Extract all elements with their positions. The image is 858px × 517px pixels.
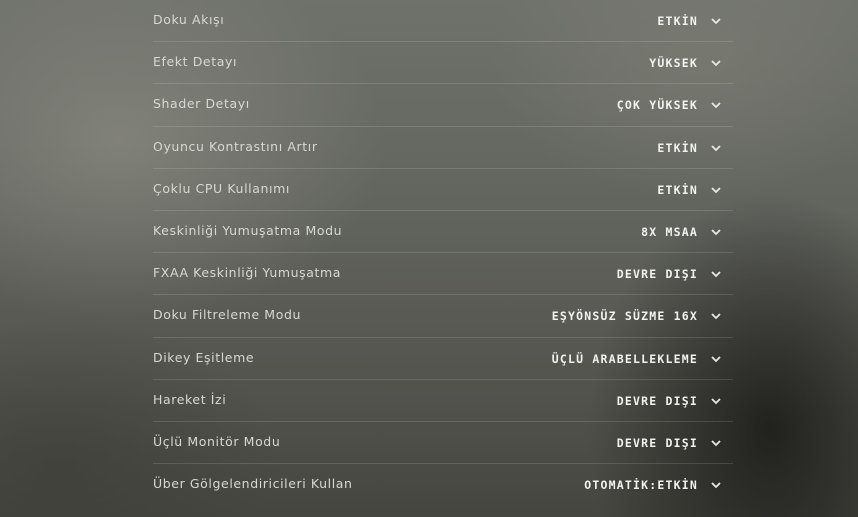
setting-label: Üçlü Monitör Modu <box>153 433 281 449</box>
motion-blur-dropdown[interactable]: DEVRE DIŞI <box>617 380 733 422</box>
chevron-down-icon <box>711 440 721 447</box>
setting-label: Oyuncu Kontrastını Artır <box>153 138 318 154</box>
vsync-dropdown[interactable]: ÜÇLÜ ARABELLEKLEME <box>552 338 733 380</box>
setting-value: ETKİN <box>657 140 698 155</box>
setting-label: Dikey Eşitleme <box>153 349 255 365</box>
setting-label: Efekt Detayı <box>153 54 238 70</box>
setting-label: Shader Detayı <box>153 96 250 112</box>
setting-label: Çoklu CPU Kullanımı <box>153 180 290 196</box>
setting-row-motion-blur: Hareket İzi DEVRE DIŞI <box>153 380 733 422</box>
uber-shaders-dropdown[interactable]: OTOMATİK:ETKİN <box>584 464 733 506</box>
setting-value: DEVRE DIŞI <box>616 393 698 408</box>
setting-row-shader-detail: Shader Detayı ÇOK YÜKSEK <box>153 84 733 127</box>
chevron-down-icon <box>711 187 721 194</box>
setting-row-texture-streaming: Doku Akışı ETKİN <box>153 0 733 43</box>
chevron-down-icon <box>711 355 721 362</box>
setting-row-boost-player-contrast: Oyuncu Kontrastını Artır ETKİN <box>153 127 733 169</box>
setting-value: OTOMATİK:ETKİN <box>584 478 698 493</box>
setting-value: EŞYÖNSÜZ SÜZME 16X <box>551 309 698 324</box>
setting-row-uber-shaders: Über Gölgelendiricileri Kullan OTOMATİK:… <box>153 464 733 506</box>
setting-label: Keskinliği Yumuşatma Modu <box>153 222 343 238</box>
setting-row-vsync: Dikey Eşitleme ÜÇLÜ ARABELLEKLEME <box>153 338 733 380</box>
fxaa-dropdown[interactable]: DEVRE DIŞI <box>617 253 733 295</box>
shader-detail-dropdown[interactable]: ÇOK YÜKSEK <box>617 84 733 126</box>
setting-value: DEVRE DIŞI <box>616 267 698 282</box>
setting-value: ETKİN <box>657 14 698 28</box>
setting-value: YÜKSEK <box>649 56 698 71</box>
boost-player-contrast-dropdown[interactable]: ETKİN <box>657 127 733 169</box>
setting-value: DEVRE DIŞI <box>616 435 698 450</box>
multicore-rendering-dropdown[interactable]: ETKİN <box>657 169 733 211</box>
setting-row-multicore-rendering: Çoklu CPU Kullanımı ETKİN <box>153 169 733 211</box>
setting-value: ÇOK YÜKSEK <box>616 98 698 113</box>
setting-label: FXAA Keskinliği Yumuşatma <box>153 265 342 281</box>
chevron-down-icon <box>711 144 721 151</box>
texture-streaming-dropdown[interactable]: ETKİN <box>657 0 733 42</box>
setting-label: Über Gölgelendiricileri Kullan <box>153 476 353 492</box>
effect-detail-dropdown[interactable]: YÜKSEK <box>649 42 733 84</box>
chevron-down-icon <box>711 482 721 489</box>
chevron-down-icon <box>711 60 721 67</box>
chevron-down-icon <box>711 18 721 25</box>
video-settings-list: Doku Akışı ETKİN Efekt Detayı YÜKSEK Sha… <box>153 0 733 506</box>
antialiasing-mode-dropdown[interactable]: 8X MSAA <box>641 211 733 253</box>
setting-row-texture-filtering: Doku Filtreleme Modu EŞYÖNSÜZ SÜZME 16X <box>153 295 733 338</box>
setting-label: Doku Filtreleme Modu <box>153 307 301 323</box>
triple-monitor-dropdown[interactable]: DEVRE DIŞI <box>617 422 733 464</box>
chevron-down-icon <box>711 398 721 404</box>
texture-filtering-dropdown[interactable]: EŞYÖNSÜZ SÜZME 16X <box>552 295 733 337</box>
setting-row-effect-detail: Efekt Detayı YÜKSEK <box>153 42 733 85</box>
setting-value: ÜÇLÜ ARABELLEKLEME <box>551 351 698 366</box>
setting-value: ETKİN <box>657 182 698 197</box>
chevron-down-icon <box>711 271 721 278</box>
setting-label: Doku Akışı <box>153 12 225 27</box>
setting-row-fxaa: FXAA Keskinliği Yumuşatma DEVRE DIŞI <box>153 253 733 296</box>
setting-row-antialiasing-mode: Keskinliği Yumuşatma Modu 8X MSAA <box>153 211 733 254</box>
chevron-down-icon <box>711 229 721 236</box>
chevron-down-icon <box>711 313 721 320</box>
setting-label: Hareket İzi <box>153 391 227 407</box>
setting-row-triple-monitor: Üçlü Monitör Modu DEVRE DIŞI <box>153 422 733 465</box>
setting-value: 8X MSAA <box>641 224 698 239</box>
chevron-down-icon <box>711 102 721 109</box>
